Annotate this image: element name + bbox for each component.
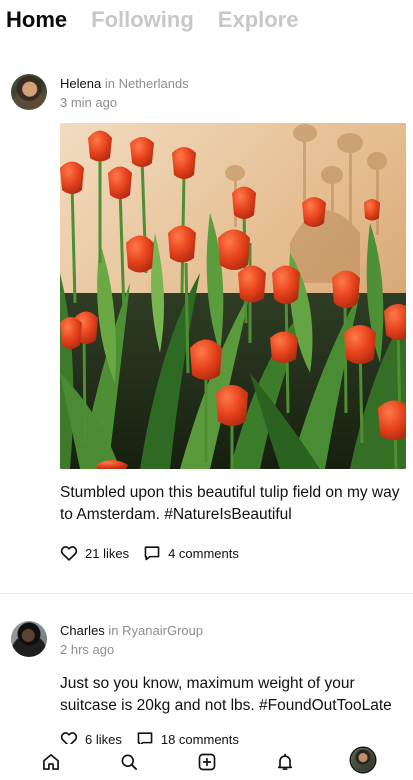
top-tabs: Home Following Explore (0, 0, 413, 40)
post-text: Just so you know, maximum weight of your… (60, 675, 392, 714)
nav-notifications-button[interactable] (273, 750, 297, 774)
post-location[interactable]: RyanairGroup (122, 623, 203, 638)
post-in-word: in (108, 623, 119, 638)
post-meta: Charles in RyanairGroup 2 hrs ago (60, 623, 400, 658)
avatar[interactable] (11, 74, 47, 110)
tab-following[interactable]: Following (91, 6, 194, 34)
post-actions: 21 likes 4 comments (60, 541, 253, 565)
nav-home-button[interactable] (39, 750, 63, 774)
post-location[interactable]: Netherlands (119, 76, 189, 91)
nav-profile-avatar[interactable] (351, 748, 375, 772)
post-divider (0, 593, 413, 594)
search-icon (121, 754, 137, 770)
bottom-nav (0, 744, 413, 780)
app-root: Home Following Explore Helena in Netherl… (0, 0, 413, 780)
like-button[interactable]: 21 likes (60, 545, 129, 561)
nav-search-button[interactable] (117, 750, 141, 774)
post-author[interactable]: Helena (60, 76, 101, 91)
comment-button[interactable]: 4 comments (143, 545, 239, 561)
likes-count: 21 likes (85, 545, 130, 561)
post-author[interactable]: Charles (60, 623, 105, 638)
post-time: 3 min ago (60, 95, 118, 110)
post-text: Stumbled upon this beautiful tulip field… (60, 484, 400, 523)
nav-add-button[interactable] (195, 750, 219, 774)
add-icon (198, 753, 216, 771)
post-meta: Helena in Netherlands 3 min ago (60, 76, 400, 111)
post-image-tulips[interactable] (60, 123, 406, 469)
tab-home[interactable]: Home (6, 6, 67, 34)
post-time: 2 hrs ago (60, 642, 115, 657)
avatar[interactable] (11, 621, 47, 657)
bell-icon (277, 753, 293, 770)
post-in-word: in (104, 76, 115, 91)
home-icon (43, 754, 59, 770)
post-author-line: Charles in RyanairGroup (60, 623, 400, 639)
post-author-line: Helena in Netherlands (60, 76, 400, 92)
comment-icon (144, 546, 160, 561)
comments-count: 4 comments (168, 545, 239, 561)
heart-icon (60, 546, 78, 561)
tulip-illustration (60, 123, 406, 469)
tab-explore[interactable]: Explore (218, 6, 299, 34)
